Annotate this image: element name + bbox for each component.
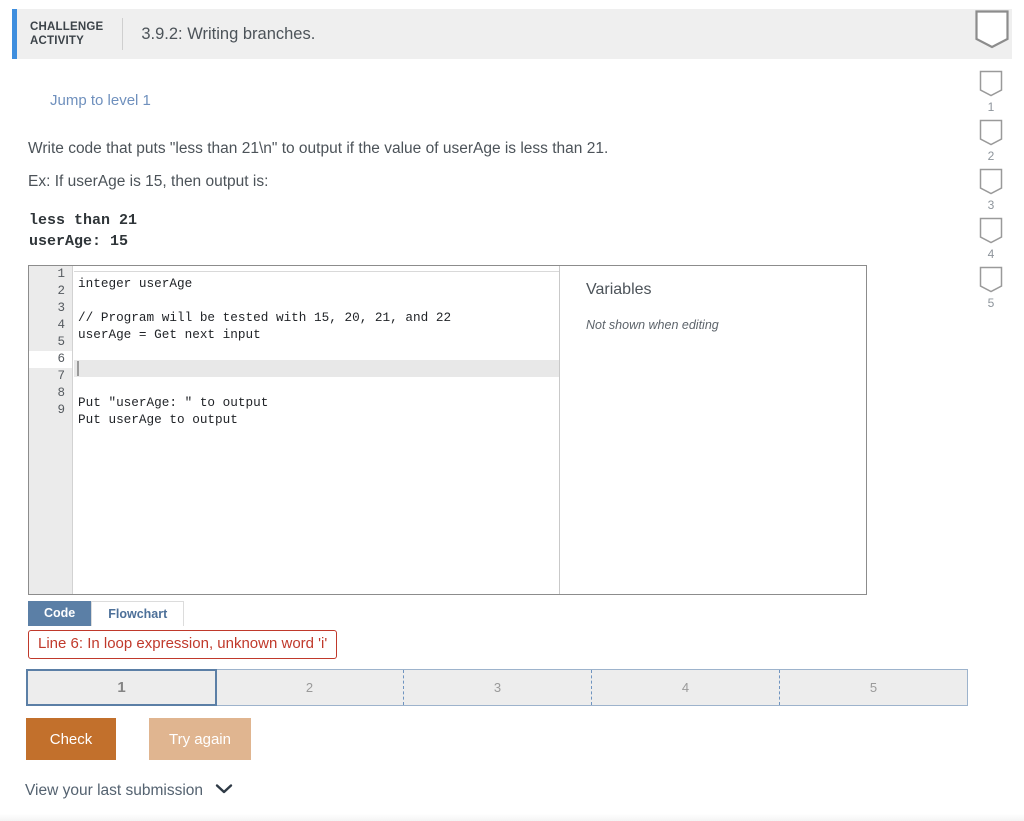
prompt-text-line2: Ex: If userAge is 15, then output is: bbox=[28, 173, 269, 190]
line-number: 1 bbox=[57, 267, 65, 281]
line-number: 3 bbox=[57, 301, 65, 315]
rail-item[interactable]: 2 bbox=[979, 119, 1003, 163]
code-line: userAge = Get next input bbox=[78, 327, 261, 342]
rail-item[interactable]: 4 bbox=[979, 217, 1003, 261]
activity-header: CHALLENGE ACTIVITY 3.9.2: Writing branch… bbox=[12, 9, 1012, 59]
header-accent-bar bbox=[12, 9, 17, 59]
page-title: 3.9.2: Writing branches. bbox=[141, 24, 316, 43]
page-bottom-shade bbox=[0, 814, 1024, 821]
bookmark-icon bbox=[979, 168, 1003, 195]
view-last-submission-toggle[interactable]: View your last submission bbox=[25, 782, 233, 800]
rail-item-number: 3 bbox=[987, 198, 995, 212]
code-editor-container: 1 2 3 4 5 6 7 8 9 integer userAge // Pro… bbox=[28, 265, 867, 595]
challenge-activity-label: CHALLENGE ACTIVITY bbox=[30, 20, 103, 48]
level-segment-4[interactable]: 4 bbox=[591, 670, 779, 705]
code-pane[interactable]: 1 2 3 4 5 6 7 8 9 integer userAge // Pro… bbox=[29, 266, 560, 594]
try-again-button[interactable]: Try again bbox=[149, 718, 251, 760]
header-divider bbox=[122, 18, 124, 50]
rail-item[interactable]: 5 bbox=[979, 266, 1003, 310]
line-number: 2 bbox=[57, 284, 65, 298]
variables-title: Variables bbox=[586, 281, 652, 298]
code-line: integer userAge bbox=[78, 276, 193, 291]
chevron-down-icon bbox=[215, 782, 233, 800]
level-segment-5[interactable]: 5 bbox=[779, 670, 967, 705]
check-button[interactable]: Check bbox=[26, 718, 116, 760]
level-badge-rail: 1 2 3 4 5 bbox=[968, 70, 1014, 315]
line-number-gutter: 1 2 3 4 5 6 7 8 9 bbox=[29, 266, 73, 594]
code-line-active bbox=[74, 360, 559, 377]
tab-code[interactable]: Code bbox=[28, 601, 92, 626]
code-line: // Program will be tested with 15, 20, 2… bbox=[78, 310, 452, 325]
rail-item-number: 5 bbox=[987, 296, 995, 310]
header-bookmark-icon bbox=[974, 9, 1010, 56]
rail-item-number: 1 bbox=[987, 100, 995, 114]
challenge-activity-label-line1: CHALLENGE bbox=[30, 21, 104, 33]
code-line: Put "userAge: " to output bbox=[78, 395, 269, 410]
line-number: 7 bbox=[57, 369, 65, 383]
action-buttons: Check Try again bbox=[26, 718, 251, 760]
line-number: 4 bbox=[57, 318, 65, 332]
editor-view-tabs: Code Flowchart bbox=[28, 601, 185, 626]
line-number: 8 bbox=[57, 386, 65, 400]
bookmark-icon bbox=[979, 70, 1003, 97]
view-last-submission-label: View your last submission bbox=[25, 782, 204, 799]
bookmark-icon bbox=[979, 266, 1003, 293]
variables-note: Not shown when editing bbox=[586, 318, 719, 332]
rail-item[interactable]: 1 bbox=[979, 70, 1003, 114]
level-segment-2[interactable]: 2 bbox=[216, 670, 403, 705]
bookmark-icon bbox=[979, 119, 1003, 146]
line-number: 5 bbox=[57, 335, 65, 349]
tab-flowchart[interactable]: Flowchart bbox=[91, 601, 185, 626]
error-message: Line 6: In loop expression, unknown word… bbox=[28, 630, 338, 659]
sample-output-block: less than 21 userAge: 15 bbox=[29, 212, 138, 250]
challenge-activity-page: CHALLENGE ACTIVITY 3.9.2: Writing branch… bbox=[0, 0, 1024, 821]
prompt-text-line1: Write code that puts "less than 21\n" to… bbox=[28, 140, 609, 157]
jump-to-level-link[interactable]: Jump to level 1 bbox=[50, 92, 151, 109]
level-progress-bar: 1 2 3 4 5 bbox=[26, 669, 968, 706]
text-caret bbox=[77, 361, 79, 376]
challenge-activity-label-line2: ACTIVITY bbox=[30, 35, 84, 47]
line-number-active: 6 bbox=[29, 351, 72, 368]
rail-item[interactable]: 3 bbox=[979, 168, 1003, 212]
level-segment-3[interactable]: 3 bbox=[403, 670, 591, 705]
rail-item-number: 2 bbox=[987, 149, 995, 163]
bookmark-icon bbox=[979, 217, 1003, 244]
code-text-area[interactable]: integer userAge // Program will be teste… bbox=[74, 266, 559, 594]
editor-top-rule bbox=[74, 271, 559, 272]
code-line: Put userAge to output bbox=[78, 412, 238, 427]
rail-item-number: 4 bbox=[987, 247, 995, 261]
code-lines: integer userAge // Program will be teste… bbox=[74, 275, 559, 428]
line-number: 9 bbox=[57, 403, 65, 417]
level-segment-1[interactable]: 1 bbox=[26, 669, 217, 706]
variables-pane: Variables Not shown when editing bbox=[560, 266, 866, 594]
